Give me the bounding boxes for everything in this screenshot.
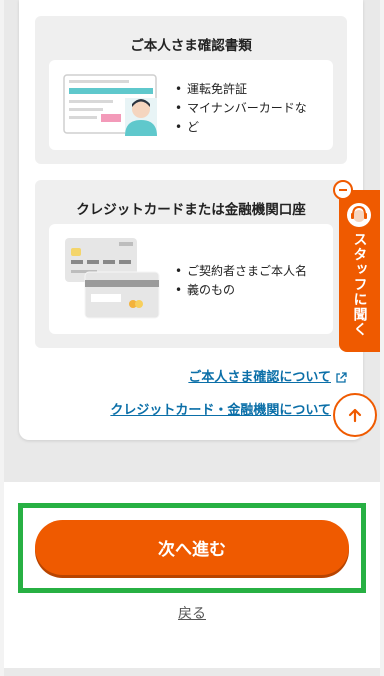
- bank-docs-title: クレジットカードまたは金融機関口座: [76, 202, 306, 218]
- identity-info-link[interactable]: ご本人さま確認について: [188, 366, 347, 385]
- list-item: ご契約者さまご本人名: [175, 262, 335, 281]
- bank-docs-content: ご契約者さまご本人名 義のもの: [49, 224, 333, 334]
- scroll-to-top-button[interactable]: [333, 393, 377, 437]
- identity-docs-list: 運転免許証 マイナンバーカードな ど: [175, 80, 335, 137]
- ask-staff-label: スタッフに聞く: [351, 232, 368, 337]
- list-item: マイナンバーカードな: [175, 99, 335, 118]
- list-item-continuation: 義のもの: [175, 281, 335, 300]
- list-item-continuation: ど: [175, 118, 335, 137]
- external-link-icon: [336, 371, 347, 383]
- back-link[interactable]: 戻る: [0, 603, 384, 623]
- list-item: 運転免許証: [175, 80, 335, 99]
- id-card-illustration: [63, 74, 157, 136]
- bank-info-link[interactable]: クレジットカード・金融機関について: [110, 399, 331, 418]
- identity-docs-title: ご本人さま確認書類: [130, 38, 252, 54]
- identity-docs-box: ご本人さま確認書類 運転免許証 マイナンバーカードな ど: [35, 16, 347, 164]
- next-button[interactable]: 次へ進む: [35, 520, 349, 575]
- headset-icon: [347, 203, 371, 227]
- ask-staff-tab[interactable]: スタッフに聞く: [339, 190, 380, 352]
- credit-card-illustration: [65, 238, 160, 319]
- bank-docs-box: クレジットカードまたは金融機関口座 ご契約者さまご本人名 義のもの: [35, 180, 347, 348]
- documents-card: ご本人さま確認書類 運転免許証 マイナンバーカードな ど: [19, 0, 363, 440]
- identity-docs-content: 運転免許証 マイナンバーカードな ど: [49, 60, 333, 150]
- arrow-up-icon: [348, 408, 362, 423]
- minimize-staff-button[interactable]: [333, 180, 353, 200]
- bank-docs-list: ご契約者さまご本人名 義のもの: [175, 262, 335, 300]
